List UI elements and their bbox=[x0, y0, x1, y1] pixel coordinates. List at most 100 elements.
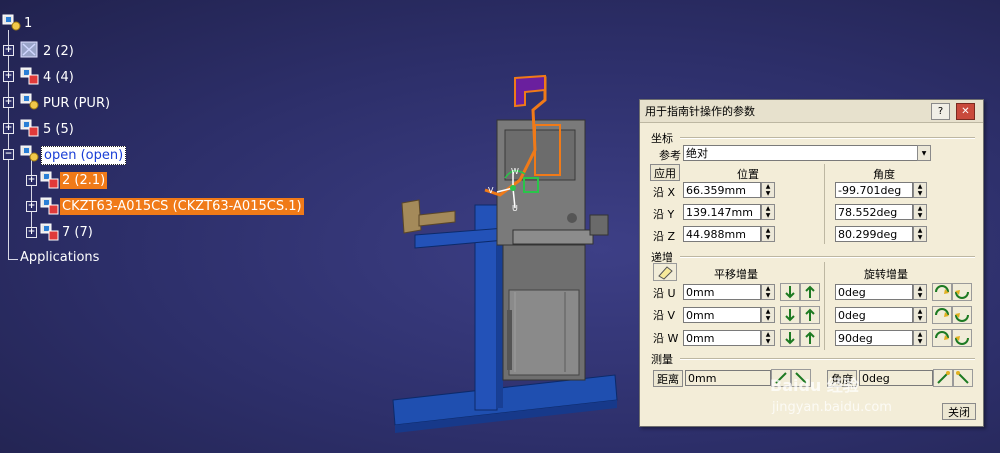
compass-w-label: W bbox=[511, 167, 519, 176]
rotate-neg-measure-icon[interactable] bbox=[953, 369, 973, 387]
translate-positive-icon[interactable] bbox=[800, 329, 820, 347]
baidu-watermark-logo: Baidu 经验 bbox=[770, 376, 859, 395]
rotate-pos-measure-icon[interactable] bbox=[933, 369, 953, 387]
rotation-v-input[interactable]: 0deg bbox=[835, 307, 913, 323]
translate-negative-icon[interactable] bbox=[780, 306, 800, 324]
distance-button[interactable]: 距离 bbox=[653, 370, 683, 387]
rotate-negative-icon[interactable] bbox=[932, 329, 952, 347]
angle-z-stepper[interactable]: ▲ ▼ bbox=[913, 226, 927, 242]
close-window-button[interactable]: ✕ bbox=[956, 103, 975, 120]
divider bbox=[824, 164, 825, 244]
tree-connector bbox=[8, 30, 9, 260]
compass-u-label: U bbox=[512, 204, 518, 213]
close-button[interactable]: 关闭 bbox=[942, 403, 976, 420]
translation-w-stepper[interactable]: ▲ ▼ bbox=[761, 330, 775, 346]
dialog-title: 用于指南针操作的参数 bbox=[645, 105, 755, 118]
baidu-watermark-url: jingyan.baidu.com bbox=[772, 400, 892, 415]
coords-section-title: 坐标 bbox=[651, 132, 673, 145]
tree-node-label-highlighted: CKZT63-A015CS (CKZT63-A015CS.1) bbox=[60, 198, 304, 215]
axis-v-label: 沿 V bbox=[653, 309, 676, 322]
expand-icon[interactable]: + bbox=[3, 71, 14, 82]
product-icon bbox=[20, 93, 39, 110]
translation-w-input[interactable]: 0mm bbox=[683, 330, 761, 346]
angle-x-input[interactable]: -99.701deg bbox=[835, 182, 913, 198]
angle-y-input[interactable]: 78.552deg bbox=[835, 204, 913, 220]
angle-value: 0deg bbox=[859, 370, 933, 386]
translate-positive-icon[interactable] bbox=[800, 306, 820, 324]
expand-icon[interactable]: + bbox=[3, 123, 14, 134]
translation-v-stepper[interactable]: ▲ ▼ bbox=[761, 307, 775, 323]
tree-node-label: 2 (2) bbox=[43, 44, 74, 59]
rotate-negative-icon[interactable] bbox=[932, 306, 952, 324]
tree-connector bbox=[8, 259, 18, 260]
axis-x-label: 沿 X bbox=[653, 186, 676, 199]
divider bbox=[680, 137, 975, 139]
rotate-negative-icon[interactable] bbox=[932, 283, 952, 301]
angle-z-input[interactable]: 80.299deg bbox=[835, 226, 913, 242]
position-y-input[interactable]: 139.147mm bbox=[683, 204, 761, 220]
angle-y-stepper[interactable]: ▲ ▼ bbox=[913, 204, 927, 220]
rotation-u-input[interactable]: 0deg bbox=[835, 284, 913, 300]
expand-icon[interactable]: + bbox=[26, 227, 37, 238]
tree-node-label-highlighted: 2 (2.1) bbox=[60, 172, 108, 189]
translation-v-input[interactable]: 0mm bbox=[683, 307, 761, 323]
angle-header: 角度 bbox=[873, 168, 895, 181]
rotate-positive-icon[interactable] bbox=[952, 306, 972, 324]
component-icon bbox=[40, 171, 59, 189]
measure-section-title: 测量 bbox=[651, 353, 673, 366]
divider bbox=[680, 358, 975, 360]
translation-u-stepper[interactable]: ▲ ▼ bbox=[761, 284, 775, 300]
tree-connector bbox=[31, 160, 32, 232]
tree-node-label: 4 (4) bbox=[43, 70, 74, 85]
rotation-header: 旋转增量 bbox=[864, 268, 908, 281]
position-z-input[interactable]: 44.988mm bbox=[683, 226, 761, 242]
divider bbox=[680, 256, 975, 258]
eraser-icon[interactable] bbox=[653, 263, 677, 281]
product-icon bbox=[20, 145, 39, 162]
translate-negative-icon[interactable] bbox=[780, 283, 800, 301]
axis-z-label: 沿 Z bbox=[653, 230, 676, 243]
expand-icon[interactable]: + bbox=[3, 45, 14, 56]
component-icon bbox=[40, 223, 59, 241]
rotation-w-input[interactable]: 90deg bbox=[835, 330, 913, 346]
tree-node-label: 1 bbox=[24, 16, 33, 31]
translation-u-input[interactable]: 0mm bbox=[683, 284, 761, 300]
rotation-v-stepper[interactable]: ▲ ▼ bbox=[913, 307, 927, 323]
expand-icon[interactable]: + bbox=[3, 97, 14, 108]
position-x-input[interactable]: 66.359mm bbox=[683, 182, 761, 198]
distance-value: 0mm bbox=[685, 370, 771, 386]
reference-select[interactable]: 绝对 bbox=[683, 145, 931, 161]
rotation-u-stepper[interactable]: ▲ ▼ bbox=[913, 284, 927, 300]
translate-positive-icon[interactable] bbox=[800, 283, 820, 301]
axis-y-label: 沿 Y bbox=[653, 208, 675, 221]
product-icon bbox=[2, 14, 21, 31]
position-z-stepper[interactable]: ▲ ▼ bbox=[761, 226, 775, 242]
apply-button[interactable]: 应用 bbox=[650, 164, 680, 181]
expand-icon[interactable]: + bbox=[26, 175, 37, 186]
position-x-stepper[interactable]: ▲ ▼ bbox=[761, 182, 775, 198]
expand-icon[interactable]: + bbox=[26, 201, 37, 212]
tree-node-label: PUR (PUR) bbox=[43, 96, 111, 111]
axis-w-label: 沿 W bbox=[653, 332, 679, 345]
specification-tree: 1 + 2 (2) + 4 (4) + PUR (PUR) + 5 (5) − … bbox=[0, 0, 320, 280]
rotate-positive-icon[interactable] bbox=[952, 283, 972, 301]
tree-node-label: 7 (7) bbox=[62, 225, 93, 240]
axis-u-label: 沿 U bbox=[653, 287, 676, 300]
component-icon bbox=[20, 67, 39, 85]
angle-x-stepper[interactable]: ▲ ▼ bbox=[913, 182, 927, 198]
help-button[interactable]: ? bbox=[931, 103, 950, 120]
collapse-icon[interactable]: − bbox=[3, 149, 14, 160]
rotation-w-stepper[interactable]: ▲ ▼ bbox=[913, 330, 927, 346]
component-icon bbox=[20, 119, 39, 137]
component-icon bbox=[40, 197, 59, 215]
translation-header: 平移增量 bbox=[714, 268, 758, 281]
translate-negative-icon[interactable] bbox=[780, 329, 800, 347]
compass-v-label: V bbox=[488, 186, 494, 195]
tree-node-applications[interactable]: Applications bbox=[18, 249, 101, 266]
position-y-stepper[interactable]: ▲ ▼ bbox=[761, 204, 775, 220]
3d-model-viewport[interactable] bbox=[385, 70, 645, 440]
dropdown-arrow-icon[interactable]: ▼ bbox=[917, 145, 931, 161]
tree-node-label: 5 (5) bbox=[43, 122, 74, 137]
divider bbox=[824, 262, 825, 350]
rotate-positive-icon[interactable] bbox=[952, 329, 972, 347]
